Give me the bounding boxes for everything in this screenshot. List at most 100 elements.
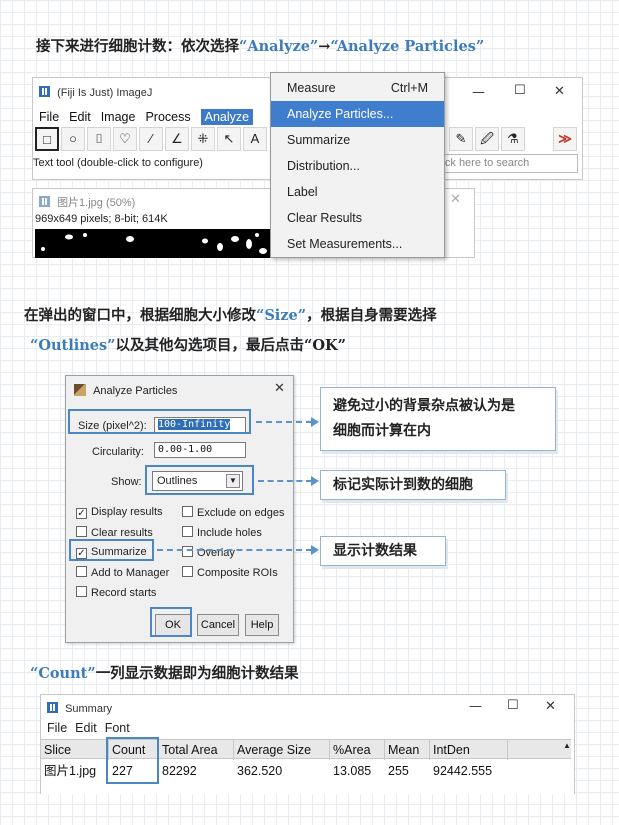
menu-image[interactable]: Image xyxy=(101,110,136,124)
checkbox-label: Clear results xyxy=(91,527,153,539)
checkbox-icon xyxy=(76,566,87,577)
flood-fill-tool-icon[interactable]: ⚗ xyxy=(501,127,525,151)
summary-title: Summary xyxy=(65,703,113,715)
checkbox-display-results[interactable]: ✓ Display results xyxy=(76,506,163,519)
checkbox-icon xyxy=(76,586,87,597)
rectangle-tool-icon[interactable]: □ xyxy=(35,127,59,151)
imagej-title: (Fiji Is Just) ImageJ xyxy=(57,87,153,99)
step2-text-b: ，根据自身需要选择 xyxy=(306,307,437,324)
step1-heading: 接下来进行细胞计数：依次选择“Analyze”→“Analyze Particl… xyxy=(36,35,484,56)
polygon-tool-icon[interactable]: ⌷ xyxy=(87,127,111,151)
show-connector xyxy=(258,480,312,482)
checkbox-label: Add to Manager xyxy=(91,567,170,579)
ok-highlight-box xyxy=(150,607,192,637)
step2-line1: 在弹出的窗口中，根据细胞大小修改“Size”，根据自身需要选择 xyxy=(24,304,437,325)
checkbox-icon xyxy=(182,526,193,537)
freehand-tool-icon[interactable]: ♡ xyxy=(113,127,137,151)
help-button[interactable]: Help xyxy=(245,614,279,636)
menu-item-label-cmd[interactable]: Label xyxy=(271,179,444,205)
brush-tool-icon[interactable]: 🖉 xyxy=(475,127,499,151)
imagej-titlebar: (Fiji Is Just) ImageJ xyxy=(39,86,152,99)
checkbox-record-starts[interactable]: Record starts xyxy=(76,586,156,599)
maximize-icon[interactable]: ☐ xyxy=(514,83,526,98)
search-input[interactable]: lick here to search xyxy=(435,154,578,173)
menu-item-measure[interactable]: Measure Ctrl+M xyxy=(271,75,444,101)
step3-text: 一列显示数据即为细胞计数结果 xyxy=(95,665,299,682)
cell-image-preview xyxy=(35,229,273,258)
summary-menu-edit[interactable]: Edit xyxy=(75,721,97,735)
checkbox-clear-results[interactable]: Clear results xyxy=(76,526,153,539)
cell-percent-area: 13.085 xyxy=(333,764,372,778)
menu-item-label: Measure xyxy=(287,81,336,95)
step1-analyze: “Analyze” xyxy=(239,38,319,55)
summary-close-icon[interactable]: ✕ xyxy=(545,699,556,714)
dialog-close-icon[interactable]: ✕ xyxy=(274,381,285,396)
checkbox-label: Record starts xyxy=(91,587,157,599)
checkbox-label: Include holes xyxy=(197,527,262,539)
column-header[interactable]: Slice xyxy=(41,740,109,760)
summarize-note-text: 显示计数结果 xyxy=(333,542,417,559)
imagej-menubar: File Edit Image Process Analyze xyxy=(39,108,263,126)
image-titlebar: 图片1.jpg (50%) xyxy=(39,194,135,210)
column-header[interactable]: %Area xyxy=(330,740,385,760)
column-header[interactable]: IntDen xyxy=(430,740,508,760)
show-highlight-box xyxy=(145,465,254,495)
dialog-title: Analyze Particles xyxy=(93,385,178,397)
menu-analyze[interactable]: Analyze xyxy=(200,109,254,125)
more-tools-icon[interactable]: ≫ xyxy=(553,127,577,151)
summary-minimize-icon[interactable]: — xyxy=(469,699,482,714)
column-header[interactable]: Average Size xyxy=(234,740,330,760)
outlines-note: 标记实际计到数的细胞 xyxy=(320,470,506,500)
cancel-button[interactable]: Cancel xyxy=(197,614,239,636)
menu-item-summarize[interactable]: Summarize xyxy=(271,127,444,153)
column-header[interactable]: Total Area xyxy=(159,740,234,760)
menu-item-analyze-particles[interactable]: Analyze Particles... xyxy=(271,101,444,127)
menu-item-set-measurements[interactable]: Set Measurements... xyxy=(271,231,444,257)
menu-file[interactable]: File xyxy=(39,110,59,124)
checkbox-icon xyxy=(182,506,193,517)
menu-item-distribution[interactable]: Distribution... xyxy=(271,153,444,179)
fiji-app-icon xyxy=(39,86,50,97)
minimize-icon[interactable]: — xyxy=(472,85,485,100)
text-tool-icon[interactable]: A xyxy=(243,127,267,151)
checkbox-label: Exclude on edges xyxy=(197,507,285,519)
wand-tool-icon[interactable]: ↖ xyxy=(217,127,241,151)
size-connector xyxy=(256,421,312,423)
size-note-line2: 细胞而计算在内 xyxy=(333,423,431,439)
status-bar: Text tool (double-click to configure) xyxy=(33,157,203,169)
column-header[interactable]: Mean xyxy=(385,740,430,760)
menu-process[interactable]: Process xyxy=(145,110,190,124)
scrollbar-up-icon[interactable]: ▲ xyxy=(561,739,573,753)
arrow-icon xyxy=(311,476,319,486)
image-close-icon[interactable]: ✕ xyxy=(450,192,461,207)
step2-text-c: 以及其他勾选项目，最后点击“OK” xyxy=(115,337,346,354)
checkbox-exclude-on-edges[interactable]: Exclude on edges xyxy=(182,506,284,519)
line-tool-icon[interactable]: ∕ xyxy=(139,127,163,151)
checkbox-label: Composite ROIs xyxy=(197,567,278,579)
checkbox-icon xyxy=(182,566,193,577)
count-highlight-box xyxy=(106,737,159,784)
step2-line2: “Outlines”以及其他勾选项目，最后点击“OK” xyxy=(30,334,346,355)
menu-item-clear-results[interactable]: Clear Results xyxy=(271,205,444,231)
menu-edit[interactable]: Edit xyxy=(69,110,91,124)
checkbox-include-holes[interactable]: Include holes xyxy=(182,526,262,539)
summarize-connector xyxy=(157,549,312,551)
step1-text: 接下来进行细胞计数：依次选择 xyxy=(36,38,239,55)
image-window-icon xyxy=(39,196,50,207)
angle-tool-icon[interactable]: ∠ xyxy=(165,127,189,151)
checkbox-icon xyxy=(76,526,87,537)
summary-menu-font[interactable]: Font xyxy=(105,721,130,735)
menu-item-label: Set Measurements... xyxy=(287,237,403,251)
summary-menu-file[interactable]: File xyxy=(47,721,67,735)
checkbox-composite-rois[interactable]: Composite ROIs xyxy=(182,566,278,579)
oval-tool-icon[interactable]: ○ xyxy=(61,127,85,151)
close-icon[interactable]: ✕ xyxy=(554,84,565,99)
pencil-tool-icon[interactable]: ✎ xyxy=(449,127,473,151)
cell-slice: 图片1.jpg xyxy=(44,764,97,778)
circularity-input[interactable]: 0.00-1.00 xyxy=(154,442,246,458)
summary-maximize-icon[interactable]: ☐ xyxy=(507,698,519,713)
menu-item-label: Label xyxy=(287,185,318,199)
multipoint-tool-icon[interactable]: ⁜ xyxy=(191,127,215,151)
checkbox-overlay[interactable]: Overlay xyxy=(182,546,235,559)
checkbox-add-to-manager[interactable]: Add to Manager xyxy=(76,566,169,579)
